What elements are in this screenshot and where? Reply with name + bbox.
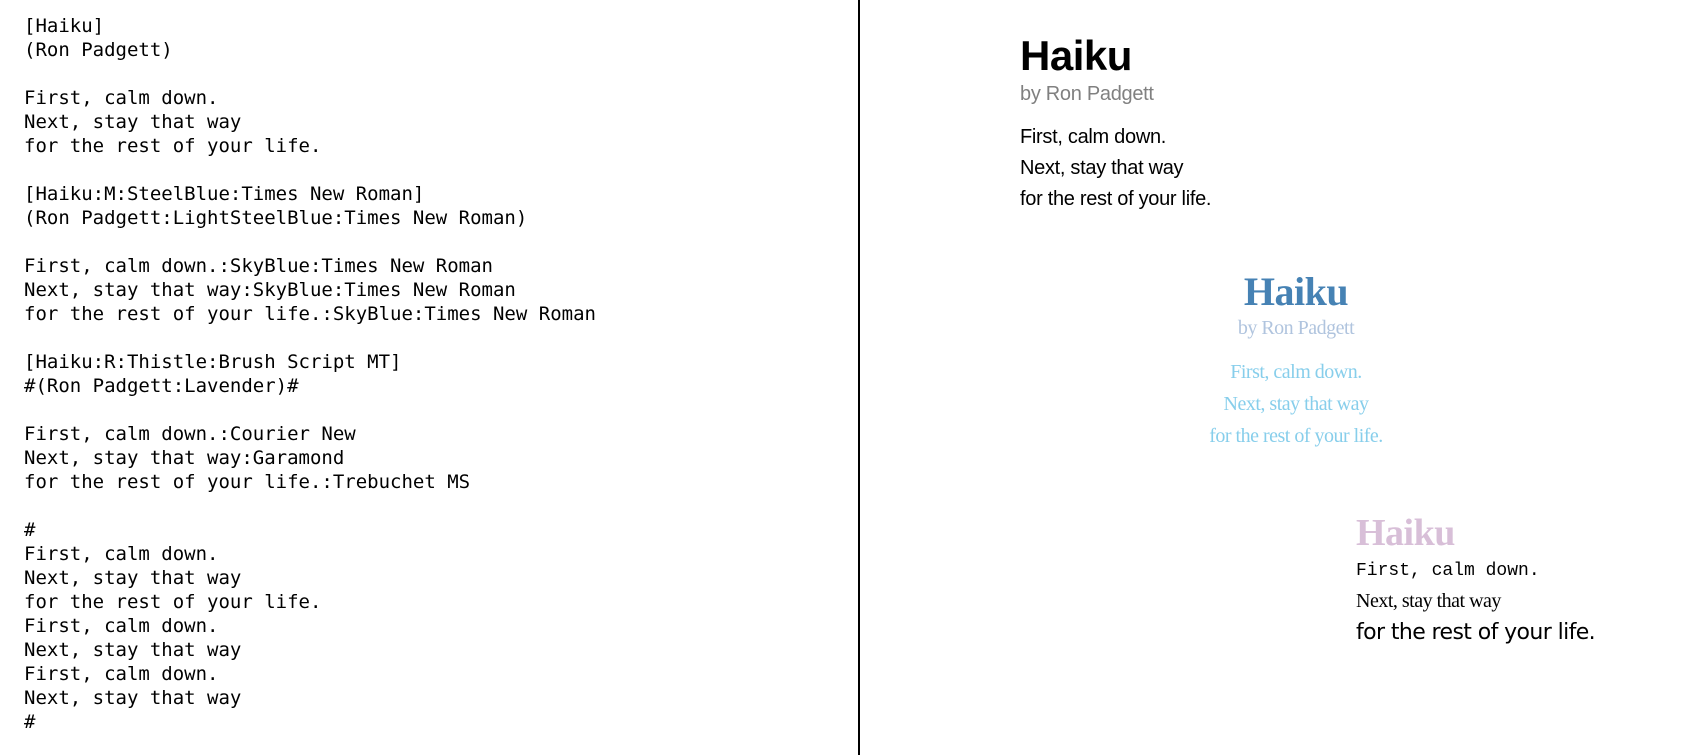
poem-preview-default: Haiku by Ron Padgett First, calm down. N… [1020,30,1211,215]
poem-line: Next, stay that way [1356,590,1501,612]
poem-author: by Ron Padgett [1020,83,1154,105]
poem-title: Haiku [1020,32,1132,79]
poem-line: First, calm down. [1020,126,1167,148]
source-editor[interactable]: [Haiku] (Ron Padgett) First, calm down. … [0,0,858,755]
poem-preview-centered: Haiku by Ron Padgett First, calm down. N… [1140,268,1452,452]
source-text[interactable]: [Haiku] (Ron Padgett) First, calm down. … [24,14,596,734]
poem-line: for the rest of your life. [1209,425,1383,447]
poem-author: by Ron Padgett [1237,317,1355,339]
poem-line: for the rest of your life. [1356,620,1596,645]
poem-line: for the rest of your life. [1020,188,1212,210]
poem-preview-right: Haiku First, calm down. Next, stay that … [1356,510,1596,650]
poem-title: Haiku [1356,512,1455,554]
poem-line: First, calm down. [1230,361,1362,383]
poem-line: First, calm down. [1356,561,1540,581]
poem-title: Haiku [1243,269,1349,314]
poem-line: Next, stay that way [1223,393,1369,415]
poem-line: Next, stay that way [1020,157,1184,179]
